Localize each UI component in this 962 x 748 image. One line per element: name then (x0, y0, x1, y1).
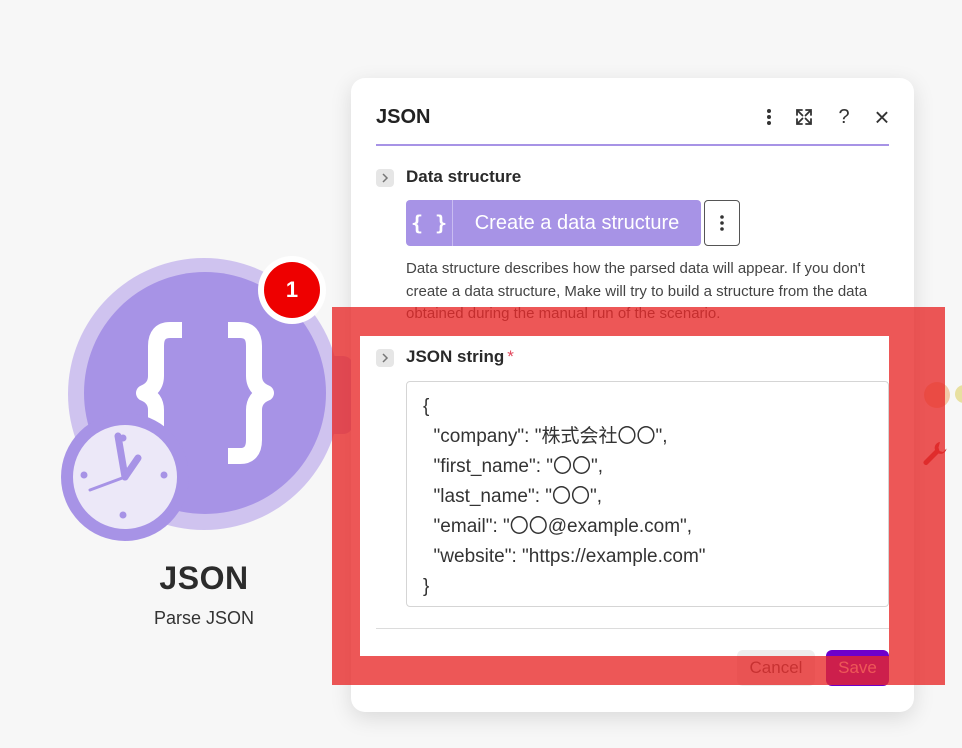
data-structure-help-text: Data structure describes how the parsed … (406, 260, 868, 322)
json-string-input[interactable]: { "company": "株式会社〇〇", "first_name": "〇〇… (406, 381, 889, 607)
create-data-structure-button[interactable]: { } Create a data structure (406, 200, 701, 246)
json-string-label: JSON string * (406, 347, 514, 367)
json-string-label-text: JSON string (406, 347, 505, 366)
chevron-right-icon[interactable] (376, 349, 394, 367)
module-connector-handle[interactable] (333, 356, 353, 434)
create-data-structure-label: Create a data structure (474, 212, 680, 234)
module-title: JSON (159, 560, 249, 596)
json-line: "last_name": "〇〇", (423, 486, 603, 507)
close-icon[interactable]: × (869, 102, 895, 132)
chevron-right-icon[interactable] (376, 169, 394, 187)
more-vertical-icon[interactable] (756, 104, 782, 130)
json-line: "first_name": "〇〇", (423, 456, 604, 477)
scenario-canvas: 1 JSON Parse JSON JSON ? × Data structur… (0, 0, 962, 748)
save-button[interactable]: Save (826, 650, 889, 686)
expand-icon[interactable] (791, 104, 817, 130)
next-module-dot-secondary[interactable] (955, 385, 962, 403)
curly-braces-icon: { } (406, 200, 453, 246)
next-module-dot[interactable] (924, 382, 950, 408)
more-vertical-icon (720, 215, 724, 231)
json-line: } (423, 576, 430, 597)
module-subtitle: Parse JSON (153, 608, 255, 628)
json-line: "website": "https://example.com" (423, 546, 706, 567)
error-count-badge[interactable]: 1 (264, 262, 320, 318)
json-line: "company": "株式会社〇〇", (423, 426, 668, 447)
footer-divider (376, 628, 889, 629)
cancel-button[interactable]: Cancel (737, 650, 815, 686)
help-icon[interactable]: ? (831, 104, 857, 130)
wrench-icon[interactable] (920, 438, 950, 468)
required-mark: * (507, 347, 514, 366)
json-line: "email": "〇〇@example.com", (423, 516, 693, 537)
panel-header: JSON ? × (376, 102, 890, 146)
clock-icon[interactable] (60, 412, 190, 542)
panel-title: JSON (376, 106, 431, 128)
data-structure-more-button[interactable] (704, 200, 740, 246)
json-line: { (423, 396, 430, 417)
module-settings-panel: JSON ? × Data structure {} Create a dat… (351, 78, 914, 712)
data-structure-label: Data structure (406, 167, 522, 186)
